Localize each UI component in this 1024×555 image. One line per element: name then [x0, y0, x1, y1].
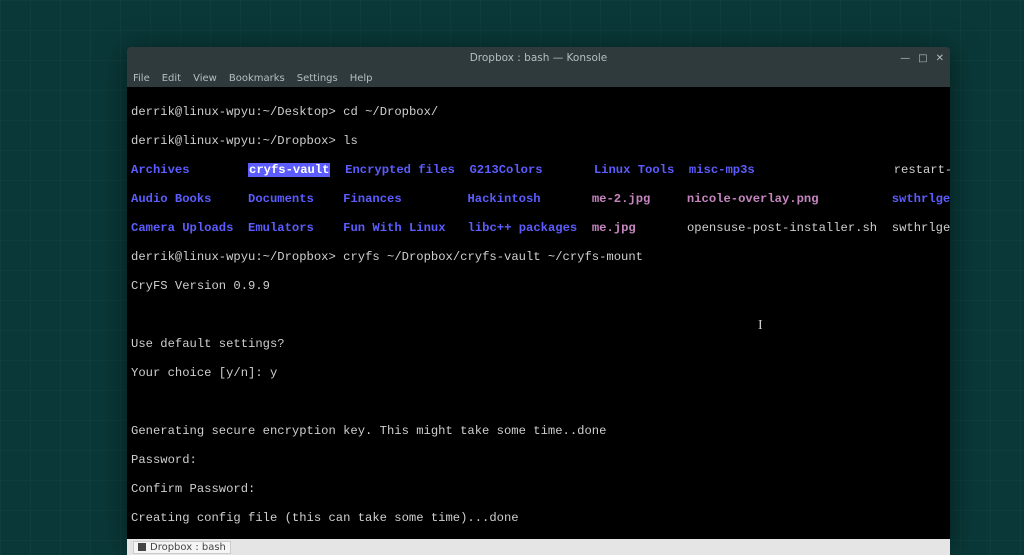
- ls-dir: Hackintosh: [467, 192, 540, 206]
- ls-img: nicole-overlay.png: [687, 192, 819, 206]
- output-q1: Use default settings?: [131, 337, 946, 352]
- output-cfg: Creating config file (this can take some…: [131, 511, 946, 526]
- ls-dir: swthrlgeb: [892, 192, 950, 206]
- ls-file: swthrlgeb-: [892, 221, 950, 235]
- terminal[interactable]: derrik@linux-wpyu:~/Desktop> cd ~/Dropbo…: [127, 87, 950, 545]
- ls-dir-selected: cryfs-vault: [248, 163, 330, 177]
- ls-dir: Linux Tools: [594, 163, 674, 177]
- output-cpw: Confirm Password:: [131, 482, 946, 497]
- cmd-ls: ls: [343, 134, 358, 148]
- terminal-icon: [138, 543, 146, 551]
- ls-dir: Camera Uploads: [131, 221, 233, 235]
- ls-dir: Finances: [343, 192, 402, 206]
- ls-dir: Audio Books: [131, 192, 211, 206]
- menu-edit[interactable]: Edit: [162, 73, 181, 84]
- menu-file[interactable]: File: [133, 73, 150, 84]
- window-controls: — □ ✕: [900, 47, 944, 69]
- term-line: derrik@linux-wpyu:~/Desktop> cd ~/Dropbo…: [131, 105, 946, 120]
- window-title: Dropbox : bash — Konsole: [470, 52, 608, 64]
- ls-file: opensuse-post-installer.sh: [687, 221, 877, 235]
- ls-dir: Fun With Linux: [343, 221, 445, 235]
- ls-dir: libc++ packages: [468, 221, 578, 235]
- output-version: CryFS Version 0.9.9: [131, 279, 946, 294]
- konsole-window: Dropbox : bash — Konsole — □ ✕ File Edit…: [127, 47, 950, 545]
- output-gen: Generating secure encryption key. This m…: [131, 424, 946, 439]
- prompt: derrik@linux-wpyu:~/Dropbox>: [131, 134, 336, 148]
- taskbar-item-konsole[interactable]: Dropbox : bash: [133, 541, 231, 554]
- menu-help[interactable]: Help: [350, 73, 373, 84]
- menu-settings[interactable]: Settings: [297, 73, 338, 84]
- ls-file: restart-se: [894, 163, 950, 177]
- cmd-cd: cd ~/Dropbox/: [343, 105, 438, 119]
- menu-bookmarks[interactable]: Bookmarks: [229, 73, 285, 84]
- menu-view[interactable]: View: [193, 73, 217, 84]
- ls-dir: Documents: [248, 192, 314, 206]
- ls-img: me-2.jpg: [592, 192, 651, 206]
- close-button[interactable]: ✕: [936, 53, 944, 64]
- ls-dir: G213Colors: [469, 163, 542, 177]
- taskbar-label: Dropbox : bash: [150, 542, 226, 553]
- prompt: derrik@linux-wpyu:~/Desktop>: [131, 105, 336, 119]
- ls-row: Archives cryfs-vault Encrypted files G21…: [131, 163, 946, 178]
- ls-dir: Emulators: [248, 221, 314, 235]
- output-q2: Your choice [y/n]: y: [131, 366, 946, 381]
- output-pw: Password:: [131, 453, 946, 468]
- term-line: derrik@linux-wpyu:~/Dropbox> cryfs ~/Dro…: [131, 250, 946, 265]
- ls-row: Audio Books Documents Finances Hackintos…: [131, 192, 946, 207]
- minimize-button[interactable]: —: [900, 53, 910, 64]
- maximize-button[interactable]: □: [918, 53, 927, 64]
- cmd-cryfs: cryfs ~/Dropbox/cryfs-vault ~/cryfs-moun…: [343, 250, 643, 264]
- blank: [131, 308, 946, 323]
- prompt: derrik@linux-wpyu:~/Dropbox>: [131, 250, 336, 264]
- taskbar[interactable]: Dropbox : bash: [127, 539, 950, 555]
- ls-dir: Encrypted files: [345, 163, 455, 177]
- ls-dir: Archives: [131, 163, 190, 177]
- ls-row: Camera Uploads Emulators Fun With Linux …: [131, 221, 946, 236]
- ls-img: me.jpg: [592, 221, 636, 235]
- menubar: File Edit View Bookmarks Settings Help: [127, 69, 950, 87]
- text-cursor-icon: I: [758, 319, 763, 334]
- blank: [131, 395, 946, 410]
- term-line: derrik@linux-wpyu:~/Dropbox> ls: [131, 134, 946, 149]
- ls-dir: misc-mp3s: [689, 163, 755, 177]
- window-titlebar[interactable]: Dropbox : bash — Konsole — □ ✕: [127, 47, 950, 69]
